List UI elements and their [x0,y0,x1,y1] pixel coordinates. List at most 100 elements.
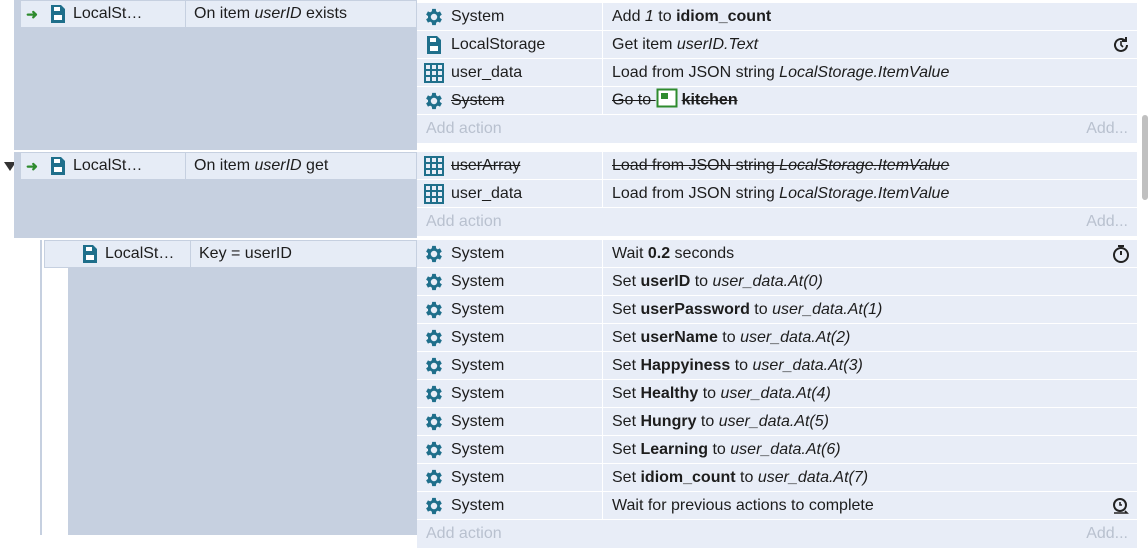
action-text: Add 1 to idiom_count [612,7,772,25]
gear-icon [423,299,445,321]
condition-text: Key = userID [199,245,292,262]
localstorage-icon [83,245,97,263]
trigger-arrow-icon: ➜ [26,5,38,22]
action-row[interactable]: System Set Hungry to user_data.At(5) [417,408,1137,436]
action-object-name: System [451,440,505,458]
gear-icon [423,327,445,349]
action-row[interactable]: System Add 1 to idiom_count [417,3,1137,31]
event-block-3[interactable]: LocalSt… Key = userID [44,240,417,535]
gear-icon [423,467,445,489]
gear-icon [423,6,445,28]
trigger-arrow-icon: ➜ [26,157,38,174]
action-text: Set userID to user_data.At(0) [612,272,823,290]
action-text: Load from JSON string LocalStorage.ItemV… [612,63,950,81]
add-action-link[interactable]: Add action [426,213,502,231]
subevent-indent-line [40,240,42,535]
condition-object: LocalSt… [43,1,186,27]
action-object-name: System [451,272,505,290]
action-object: System [417,268,603,295]
action-row[interactable]: System Go to kitchen [417,87,1137,115]
action-object: System [417,408,603,435]
add-action-row[interactable]: Add action Add... [417,208,1137,236]
action-object: System [417,87,603,114]
condition-row[interactable]: ➜ LocalSt… On item userID exists [20,0,417,28]
wait-complete-icon [1111,496,1131,516]
action-object-name: System [451,356,505,374]
action-object-name: System [451,300,505,318]
condition-object-name: LocalSt… [73,5,143,22]
array-icon [423,155,445,177]
action-object: System [417,464,603,491]
action-row[interactable]: System Set Learning to user_data.At(6) [417,436,1137,464]
action-row[interactable]: userArray Load from JSON string LocalStor… [417,152,1137,180]
gear-icon [423,383,445,405]
action-row[interactable]: System Wait for previous actions to compl… [417,492,1137,520]
action-text: Set idiom_count to user_data.At(7) [612,468,869,486]
add-action-link[interactable]: Add action [426,525,502,543]
vertical-scrollbar[interactable] [1140,0,1148,535]
action-list-2: userArray Load from JSON string LocalStor… [417,152,1137,236]
condition-row[interactable]: ➜ LocalSt… On item userID get [20,152,417,180]
action-row[interactable]: System Set Healthy to user_data.At(4) [417,380,1137,408]
add-more-link[interactable]: Add... [1086,213,1128,231]
action-text: Load from JSON string LocalStorage.ItemV… [612,184,950,202]
condition-object: LocalSt… [43,153,186,179]
action-object: userArray [417,152,603,179]
action-text: Wait 0.2 seconds [612,244,735,262]
condition-object-name: LocalSt… [105,245,175,262]
action-text: Go to kitchen [603,87,738,114]
action-row[interactable]: System Set idiom_count to user_data.At(7) [417,464,1137,492]
action-object-name: LocalStorage [451,35,546,53]
action-object: user_data [417,180,603,207]
gear-icon [423,495,445,517]
condition-object: LocalSt… [75,241,191,267]
action-row[interactable]: System Set Happyiness to user_data.At(3) [417,352,1137,380]
add-more-link[interactable]: Add... [1086,120,1128,138]
add-action-row[interactable]: Add action Add... [417,520,1137,548]
action-object: user_data [417,59,603,86]
action-row[interactable]: System Set userID to user_data.At(0) [417,268,1137,296]
action-object-name: System [451,496,505,514]
add-action-row[interactable]: Add action Add... [417,115,1137,143]
gear-icon [423,90,445,112]
action-text: Set Learning to user_data.At(6) [612,440,841,458]
localstorage-icon [423,34,445,56]
array-icon [423,183,445,205]
action-object: System [417,352,603,379]
action-text: Wait for previous actions to complete [612,496,874,514]
action-row[interactable]: user_data Load from JSON string LocalStor… [417,59,1137,87]
gear-icon [423,355,445,377]
action-object-name: user_data [451,63,523,81]
action-row[interactable]: LocalStorage Get item userID.Text [417,31,1137,59]
action-text: Set Hungry to user_data.At(5) [612,412,829,430]
action-object-name: System [451,91,505,109]
event-block-2[interactable]: ➜ LocalSt… On item userID get [14,152,417,238]
gear-icon [423,439,445,461]
action-object-name: userArray [451,156,521,174]
scrollbar-thumb[interactable] [1142,115,1148,200]
action-object: System [417,492,603,519]
action-object-name: System [451,328,505,346]
action-object: System [417,380,603,407]
add-action-link[interactable]: Add action [426,120,502,138]
action-row[interactable]: System Set userPassword to user_data.At(1… [417,296,1137,324]
action-object: LocalStorage [417,31,603,58]
action-row[interactable]: user_data Load from JSON string LocalStor… [417,180,1137,208]
gear-icon [423,411,445,433]
action-object-name: System [451,468,505,486]
action-object-name: System [451,244,505,262]
add-more-link[interactable]: Add... [1086,525,1128,543]
stopwatch-icon [1111,244,1131,264]
action-row[interactable]: System Wait 0.2 seconds [417,240,1137,268]
condition-row[interactable]: LocalSt… Key = userID [44,240,417,268]
action-list-3: System Wait 0.2 seconds System Set userID t… [417,240,1137,548]
action-text: Set userName to user_data.At(2) [612,328,851,346]
action-row[interactable]: System Set userName to user_data.At(2) [417,324,1137,352]
action-object: System [417,296,603,323]
condition-text: On item userID get [194,157,329,174]
action-text: Set Happyiness to user_data.At(3) [612,356,863,374]
array-icon [423,62,445,84]
action-text: Set userPassword to user_data.At(1) [612,300,883,318]
event-block-1[interactable]: ➜ LocalSt… On item userID exists [14,0,417,150]
action-object-name: System [451,384,505,402]
